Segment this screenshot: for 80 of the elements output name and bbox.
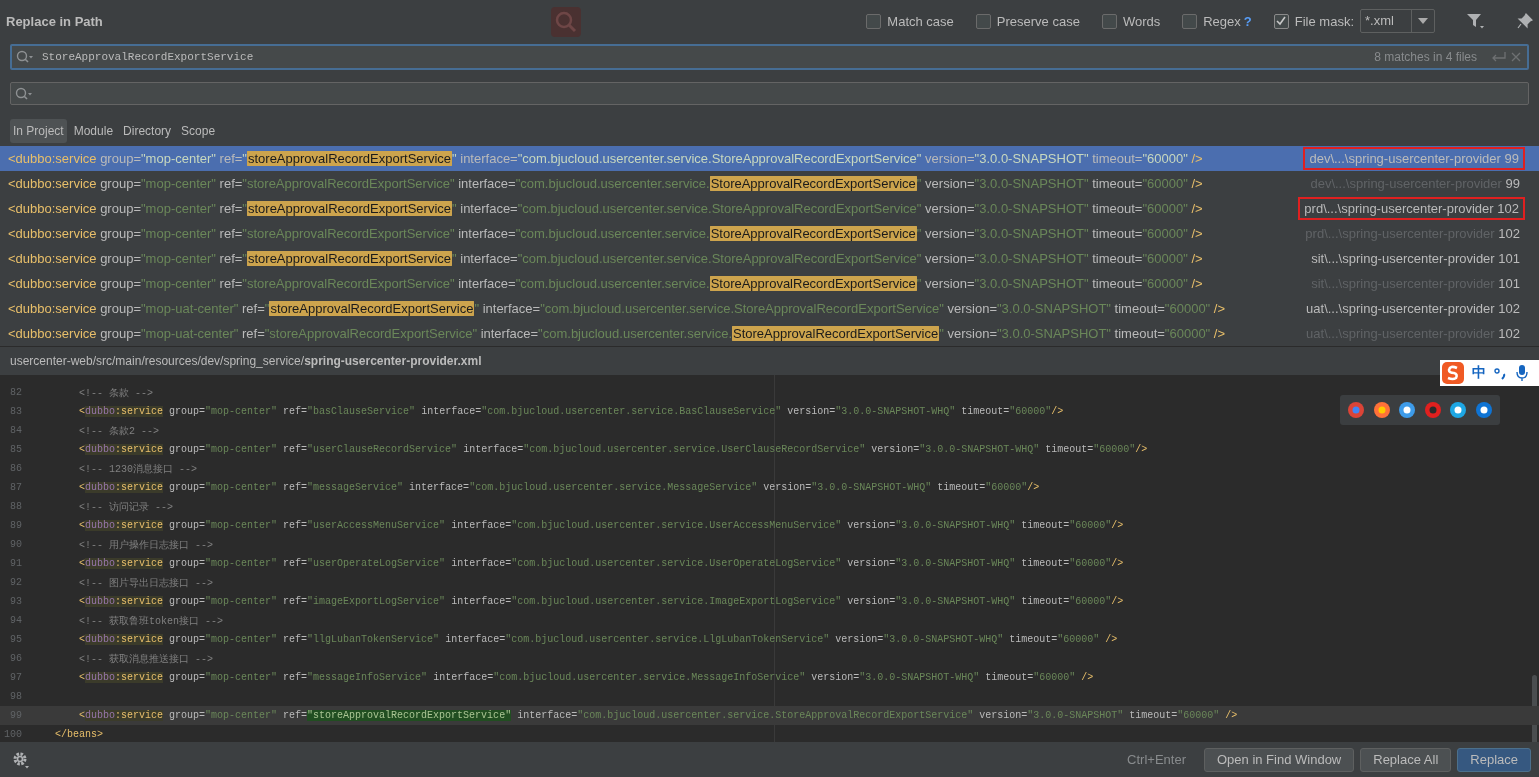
- logo-icon[interactable]: [1442, 362, 1464, 384]
- code-line: <dubbo:service group="mop-center" ref="imageExportLogService" interface="com.bjucloud.usercenter.service.ImageExportLogService" version="3.0.0-SNAPSHOT-WHQ" timeout="60000"/>: [78, 596, 1124, 607]
- code-line: <!-- 条款 -->: [78, 386, 153, 400]
- code-line: <dubbo:service group="mop-center" ref="messageService" interface="com.bjucloud.usercenter.service.MessageService" version="3.0.0-SNAPSHOT-WHQ" timeout="60000"/>: [78, 482, 1040, 493]
- checkbox[interactable]: [866, 13, 882, 29]
- code-line: <!-- 条款2 -->: [78, 424, 159, 438]
- replace-field[interactable]: [10, 82, 1529, 105]
- code-line: <!-- 获取鲁班token接口 -->: [78, 614, 224, 628]
- punctuation-icon[interactable]: [1494, 366, 1508, 380]
- checkbox-label[interactable]: Regex: [1203, 13, 1241, 29]
- line-number: 100: [3, 729, 22, 740]
- dialog-title: Replace in Path: [6, 13, 103, 29]
- browser-icon[interactable]: [1398, 401, 1417, 419]
- code-line: <dubbo:service group="mop-center" ref="userClauseRecordService" interface="com.bjucloud.usercenter.service.UserClauseRecordService" version="3.0.0-SNAPSHOT-WHQ" timeout="60000"/>: [78, 444, 1148, 455]
- code-line: <!-- 访问记录 -->: [78, 500, 173, 514]
- dialog-button[interactable]: Open in Find Window: [1203, 747, 1355, 772]
- line-number: 83: [9, 406, 22, 417]
- search-icon: [551, 7, 581, 37]
- scope-tab[interactable]: Module: [70, 119, 117, 143]
- checkbox-label[interactable]: Words: [1122, 13, 1161, 29]
- checkbox[interactable]: [1101, 13, 1117, 29]
- result-row[interactable]: [0, 146, 1539, 171]
- code-line: <dubbo:service group="mop-uat-center" ref="storeApprovalRecordExportService" interface="com.bjucloud.usercenter.service.StoreApprovalRecordExportService" version="3.0.0-SNAPSHOT" timeout="60000" />: [8, 326, 1227, 341]
- line-number: 84: [9, 425, 22, 436]
- line-number: 97: [9, 672, 22, 683]
- browser-icon[interactable]: [1372, 401, 1391, 419]
- line-number: 87: [9, 482, 22, 493]
- line-number: 93: [9, 596, 22, 607]
- file-location: sit\...\spring-usercenter-provider 101: [1310, 250, 1521, 268]
- checkbox[interactable]: [975, 13, 991, 29]
- line-number: 91: [9, 558, 22, 569]
- code-line: <!-- 获取消息推送接口 -->: [78, 652, 213, 666]
- microphone-icon[interactable]: [1516, 364, 1528, 382]
- file-mask-dropdown[interactable]: *.xml: [1360, 9, 1435, 33]
- pin-icon[interactable]: [1517, 13, 1533, 29]
- settings-icon[interactable]: [12, 750, 30, 769]
- code-line: <dubbo:service group="mop-center" ref="storeApprovalRecordExportService" interface="com.bjucloud.usercenter.service.StoreApprovalRecordExportService" version="3.0.0-SNAPSHOT" timeout="60000" />: [8, 276, 1204, 291]
- line-number: 94: [9, 615, 22, 626]
- checkbox-label[interactable]: Preserve case: [996, 13, 1080, 29]
- code-line: <!-- 用户操作日志接口 -->: [78, 538, 213, 552]
- checkbox[interactable]: [1273, 13, 1289, 29]
- code-line: <dubbo:service group="mop-center" ref="storeApprovalRecordExportService" interface="com.bjucloud.usercenter.service.StoreApprovalRecordExportService" version="3.0.0-SNAPSHOT" timeout="60000" />: [8, 201, 1204, 216]
- code-line: <!-- 图片导出日志接口 -->: [78, 576, 213, 590]
- file-location: uat\...\spring-usercenter-provider 102: [1305, 300, 1521, 318]
- search-icon: [16, 50, 34, 64]
- code-line: <dubbo:service group="mop-center" ref="storeApprovalRecordExportService" interface="com.bjucloud.usercenter.service.StoreApprovalRecordExportService" version="3.0.0-SNAPSHOT" timeout="60000" />: [8, 176, 1204, 191]
- match-count: 8 matches in 4 files: [1374, 50, 1477, 64]
- filter-icon[interactable]: [1467, 13, 1485, 29]
- code-line: <dubbo:service group="mop-center" ref="userOperateLogService" interface="com.bjucloud.usercenter.service.UserOperateLogService" version="3.0.0-SNAPSHOT-WHQ" timeout="60000"/>: [78, 558, 1124, 569]
- code-line: <!-- 1230消息接口 -->: [78, 462, 198, 476]
- code-line: <dubbo:service group="mop-center" ref="userAccessMenuService" interface="com.bjucloud.usercenter.service.UserAccessMenuService" version="3.0.0-SNAPSHOT-WHQ" timeout="60000"/>: [78, 520, 1124, 531]
- file-path: usercenter-web/src/main/resources/dev/spring_service/spring-usercenter-provider.xml: [10, 354, 482, 368]
- scope-tab[interactable]: Scope: [178, 119, 219, 143]
- code-line: </beans>: [55, 729, 104, 740]
- file-location: dev\...\spring-usercenter-provider 99: [1303, 147, 1525, 170]
- scope-tab[interactable]: In Project: [10, 119, 67, 143]
- line-number: 82: [9, 387, 22, 398]
- search-icon: [15, 86, 33, 101]
- scope-tab[interactable]: Directory: [120, 119, 175, 143]
- code-line: <dubbo:service group="mop-center" ref="basClauseService" interface="com.bjucloud.usercenter.service.BasClauseService" version="3.0.0-SNAPSHOT-WHQ" timeout="60000"/>: [78, 406, 1064, 417]
- code-line: <dubbo:service group="mop-center" ref="messageInfoService" interface="com.bjucloud.usercenter.service.MessageInfoService" version="3.0.0-SNAPSHOT-WHQ" timeout="60000" />: [78, 672, 1094, 683]
- code-line: <dubbo:service group="mop-center" ref="storeApprovalRecordExportService" interface="com.bjucloud.usercenter.service.StoreApprovalRecordExportService" version="3.0.0-SNAPSHOT" timeout="60000" />: [78, 710, 1238, 721]
- code-line: <dubbo:service group="mop-uat-center" ref="storeApprovalRecordExportService" interface="com.bjucloud.usercenter.service.StoreApprovalRecordExportService" version="3.0.0-SNAPSHOT" timeout="60000" />: [8, 301, 1227, 316]
- dialog-button[interactable]: Replace: [1457, 747, 1531, 772]
- code-line: <dubbo:service group="mop-center" ref="llgLubanTokenService" interface="com.bjucloud.usercenter.service.LlgLubanTokenService" version="3.0.0-SNAPSHOT-WHQ" timeout="60000" />: [78, 634, 1118, 645]
- browser-icon[interactable]: [1449, 401, 1468, 419]
- caret-icon: [1418, 18, 1428, 24]
- code-line: <dubbo:service group="mop-center" ref="storeApprovalRecordExportService" interface="com.bjucloud.usercenter.service.StoreApprovalRecordExportService" version="3.0.0-SNAPSHOT" timeout="60000" />: [8, 151, 1204, 166]
- checkbox[interactable]: [1182, 13, 1198, 29]
- shortcut-hint: Ctrl+Enter: [1127, 752, 1186, 767]
- file-location: prd\...\spring-usercenter-provider 102: [1298, 197, 1525, 220]
- code-line: <dubbo:service group="mop-center" ref="storeApprovalRecordExportService" interface="com.bjucloud.usercenter.service.StoreApprovalRecordExportService" version="3.0.0-SNAPSHOT" timeout="60000" />: [8, 226, 1204, 241]
- browser-icon[interactable]: [1474, 401, 1493, 419]
- help-link[interactable]: ?: [1243, 13, 1252, 29]
- line-number: 92: [9, 577, 22, 588]
- dialog-button[interactable]: Replace All: [1360, 747, 1452, 772]
- input-mode[interactable]: 中: [1472, 364, 1486, 382]
- code-line: <dubbo:service group="mop-center" ref="storeApprovalRecordExportService" interface="com.bjucloud.usercenter.service.StoreApprovalRecordExportService" version="3.0.0-SNAPSHOT" timeout="60000" />: [8, 251, 1204, 266]
- checkbox-label[interactable]: Match case: [887, 13, 954, 29]
- checkbox-label[interactable]: File mask:: [1294, 13, 1354, 29]
